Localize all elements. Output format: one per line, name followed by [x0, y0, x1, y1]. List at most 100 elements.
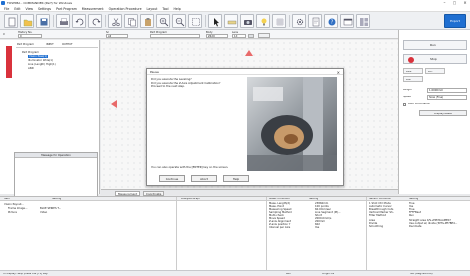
- apply-button[interactable]: [258, 33, 270, 38]
- tab-part-program[interactable]: Part Program: [17, 43, 34, 46]
- layout-icon[interactable]: [356, 14, 370, 28]
- display-reset-button[interactable]: Display Reset: [419, 110, 467, 116]
- stop-button[interactable]: Stop: [403, 54, 467, 64]
- help-button[interactable]: Help: [223, 175, 249, 182]
- pos-label: Pos.: [406, 78, 412, 81]
- copy-icon[interactable]: [124, 14, 138, 28]
- tree-item-vision-pass[interactable]: Vision Pass(1): [28, 55, 48, 58]
- alarm-indicator: [6, 46, 12, 78]
- measurement-condition-panel: Meas. Condition Setting Meas. Length(X) …: [266, 197, 366, 271]
- continue-button[interactable]: Continue: [159, 175, 185, 182]
- status-mode: Std (Beg-Normal): [410, 272, 433, 275]
- redo-icon[interactable]: [88, 14, 102, 28]
- pos-button[interactable]: Pos.: [403, 76, 423, 82]
- tab-input[interactable]: INPUT: [46, 43, 54, 46]
- list-item-setting[interactable]: BLUE SERIES T...: [40, 207, 61, 210]
- sensor-grid-header: Sensor Condition Setting: [367, 197, 470, 201]
- grid-icon[interactable]: [272, 14, 286, 28]
- print-icon[interactable]: [56, 14, 70, 28]
- analysis-graph-header: Analysis Graph: [177, 197, 266, 201]
- svg-text:?: ?: [330, 19, 333, 25]
- item-name: Picture: [8, 211, 17, 214]
- part-program-field[interactable]: [150, 34, 200, 38]
- status-run: Run: [286, 272, 291, 275]
- zoom-in-icon[interactable]: [156, 14, 170, 28]
- pol-label: Pol.: [428, 70, 433, 73]
- help-icon[interactable]: ?: [324, 14, 338, 28]
- stop-icon: [408, 56, 414, 63]
- lens-field[interactable]: 1X: [232, 34, 246, 38]
- table-row[interactable]: Smoothing: [369, 225, 383, 228]
- cell: Interval per Axis: [269, 226, 291, 229]
- top-marker-icon: [245, 50, 253, 56]
- auto-illumination-label: Auto Illumination: [408, 103, 431, 105]
- undo-icon[interactable]: [72, 14, 86, 28]
- open-folder-icon[interactable]: [20, 14, 34, 28]
- item-column-header: Item: [4, 197, 10, 200]
- list-item[interactable]: Frame Image...: [8, 207, 28, 210]
- display-reset-label: Display Reset: [434, 112, 452, 115]
- length-label: Length: [403, 89, 412, 91]
- tree-item-line-length[interactable]: Line (Length) High(1): [28, 63, 56, 66]
- speed-field[interactable]: Slow (Fine): [427, 95, 467, 100]
- table-row[interactable]: Run: [409, 214, 414, 217]
- pointer-icon[interactable]: [208, 14, 222, 28]
- lens-dropdown-button[interactable]: [248, 34, 254, 38]
- cut-icon[interactable]: [108, 14, 122, 28]
- run-label: Run: [430, 44, 436, 47]
- sensor-setting-header: Setting: [409, 197, 419, 200]
- camera-preview-image: [247, 77, 337, 171]
- analysis-graph-panel: Analysis Graph: [176, 197, 266, 271]
- export-button[interactable]: Export: [444, 14, 466, 28]
- save-icon[interactable]: [36, 14, 50, 28]
- cell: Smoothing: [369, 225, 384, 228]
- report-icon[interactable]: [308, 14, 322, 28]
- zoom-out-icon[interactable]: [172, 14, 186, 28]
- list-item[interactable]: Vision Payout...: [4, 203, 24, 206]
- auto-illumination-checkbox[interactable]: [403, 103, 406, 106]
- status-help-text: To display Help, press the [F1] key.: [3, 272, 48, 275]
- item-grid-header: Item Setting: [0, 197, 176, 201]
- tree-item-illuminator[interactable]: Illuminator Wide(1): [28, 59, 53, 62]
- settings-icon[interactable]: [292, 14, 306, 28]
- meas-condition-header: Meas. Condition: [269, 197, 290, 200]
- item-name: Frame Image...: [8, 207, 28, 210]
- dialog-close-icon[interactable]: ×: [337, 70, 340, 75]
- tab-output[interactable]: OUTPUT: [62, 43, 73, 46]
- pause-dialog: Pause × Did you execute the Leveling? Di…: [146, 68, 344, 186]
- tab-measurement[interactable]: Measurement: [115, 190, 141, 196]
- tree-item-and[interactable]: AND: [28, 67, 34, 70]
- window-icon[interactable]: [340, 14, 354, 28]
- camera-icon[interactable]: [240, 14, 254, 28]
- stop-label: Stop: [430, 58, 437, 61]
- zoom-fit-icon[interactable]: [188, 14, 202, 28]
- table-row[interactable]: Yes: [315, 226, 319, 229]
- abort-button[interactable]: Abort: [191, 175, 217, 182]
- length-field[interactable]: 1.0000mm: [427, 88, 467, 93]
- position-bar: X History No. 0 Sc All Part Program Body…: [0, 30, 398, 39]
- meas-setting-header: Setting: [309, 197, 319, 200]
- body-field[interactable]: Z420: [206, 34, 228, 38]
- table-row[interactable]: Filter Method: [369, 214, 386, 217]
- tree-item-part-program[interactable]: Part Program: [22, 51, 39, 54]
- view-tabs: Measurement Coordinate: [101, 189, 398, 196]
- window-title: TOSHIBA - COMMANDER (Perf) for Windows: [7, 1, 73, 5]
- history-field[interactable]: 0: [18, 34, 42, 38]
- pol-button[interactable]: Pol.: [425, 68, 445, 74]
- analysis-graph-title: Analysis Graph: [181, 197, 201, 200]
- table-row[interactable]: Interval per Axis: [269, 226, 290, 229]
- ruler-icon[interactable]: [224, 14, 238, 28]
- list-item[interactable]: Picture: [8, 211, 17, 214]
- run-button[interactable]: Run: [403, 40, 467, 50]
- tab-coordinate[interactable]: Coordinate: [143, 190, 165, 196]
- dev-button[interactable]: Dev.: [403, 68, 423, 74]
- status-bar: To display Help, press the [F1] key. Run…: [0, 270, 470, 276]
- sensor-condition-panel: Sensor Condition Setting 1 Shot Ctrl Mod…: [366, 197, 470, 271]
- item-setting: BLUE SERIES T...: [40, 207, 62, 210]
- paste-icon[interactable]: [140, 14, 154, 28]
- list-item-setting[interactable]: Video: [40, 211, 47, 214]
- new-file-icon[interactable]: [4, 14, 18, 28]
- light-icon[interactable]: [256, 14, 270, 28]
- sc-field[interactable]: All: [106, 34, 128, 38]
- table-row[interactable]: Decimate: [409, 225, 421, 228]
